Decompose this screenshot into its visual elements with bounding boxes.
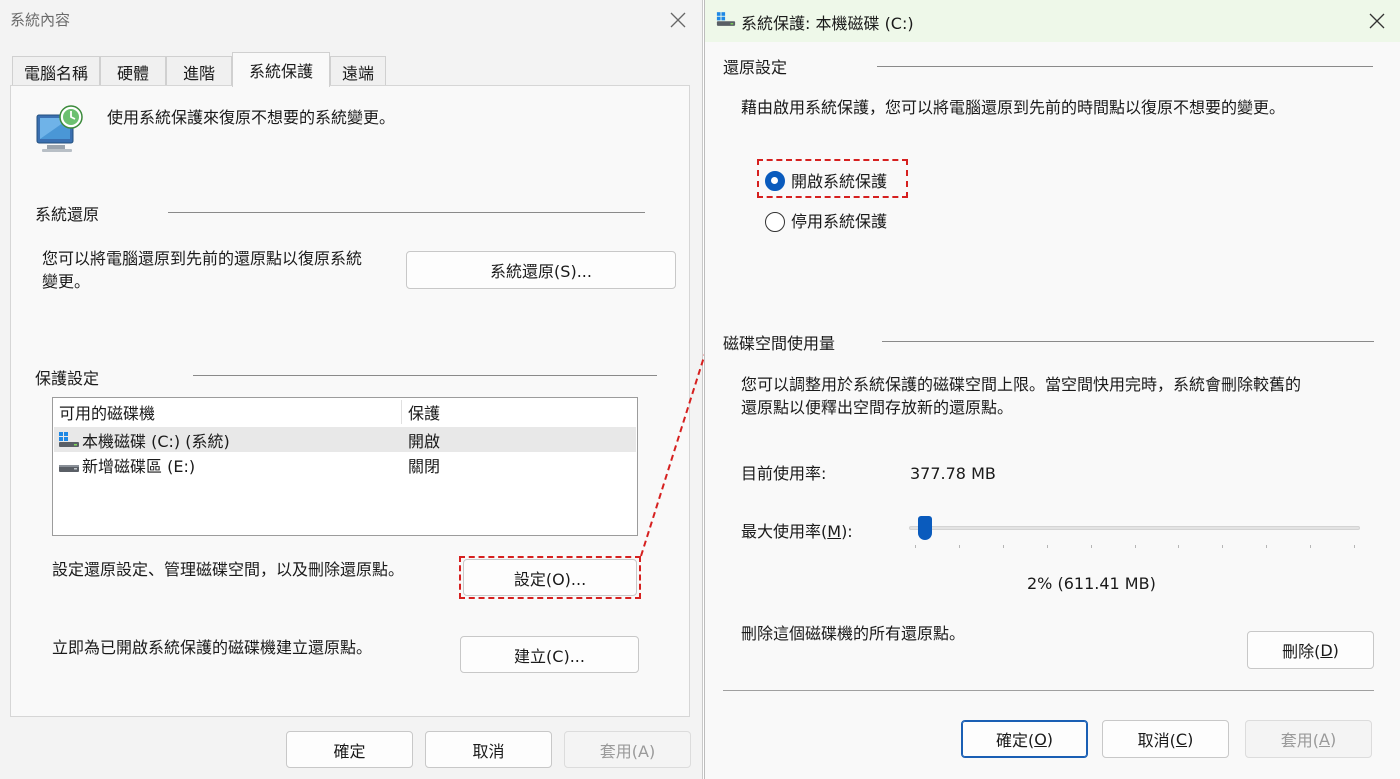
max-usage-label: 最大使用率(M): bbox=[741, 522, 853, 541]
cancel-button[interactable]: 取消 bbox=[425, 731, 552, 768]
tab-hardware[interactable]: 硬體 bbox=[100, 56, 166, 86]
slider-tick bbox=[915, 545, 916, 548]
protection-divider bbox=[193, 375, 657, 376]
slider-tick bbox=[1090, 545, 1092, 548]
restore-desc-line2: 變更。 bbox=[42, 272, 91, 291]
ok-button[interactable]: 確定(O) bbox=[961, 720, 1088, 758]
system-drive-icon bbox=[716, 11, 736, 27]
restore-desc-line1: 您可以將電腦還原到先前的還原點以復原系統 bbox=[42, 249, 363, 268]
enable-protection-label[interactable]: 開啟系統保護 bbox=[791, 170, 887, 193]
max-usage-slider-thumb[interactable] bbox=[917, 516, 932, 540]
cancel-button[interactable]: 取消(C) bbox=[1102, 720, 1229, 758]
create-desc: 立即為已開啟系統保護的磁碟機建立還原點。 bbox=[52, 638, 373, 657]
configure-button[interactable]: 設定(O)... bbox=[463, 559, 637, 596]
apply-button[interactable]: 套用(A) bbox=[564, 731, 691, 768]
slider-tick bbox=[1354, 545, 1355, 548]
drive-status: 關閉 bbox=[408, 456, 441, 476]
drive-row-c[interactable]: 本機磁碟 (C:) (系統) 開啟 bbox=[54, 427, 636, 452]
intro-text: 使用系統保護來復原不想要的系統變更。 bbox=[107, 108, 396, 127]
close-icon[interactable] bbox=[666, 8, 690, 32]
slider-tick bbox=[1222, 545, 1224, 548]
system-restore-button[interactable]: 系統還原(S)... bbox=[406, 251, 676, 289]
slider-tick bbox=[1310, 545, 1312, 548]
disk-usage-desc-line1: 您可以調整用於系統保護的磁碟空間上限。當空間快用完時，系統會刪除較舊的 bbox=[741, 375, 1302, 394]
window-title: 系統內容 bbox=[10, 11, 71, 29]
restore-settings-divider bbox=[877, 66, 1373, 67]
restore-settings-desc: 藉由啟用系統保護，您可以將電腦還原到先前的時間點以復原不想要的變更。 bbox=[741, 98, 1286, 117]
protection-section-label: 保護設定 bbox=[35, 369, 100, 388]
drive-name: 本機磁碟 (C:) (系統) bbox=[82, 431, 230, 451]
restore-divider bbox=[168, 212, 645, 213]
drive-row-e[interactable]: 新增磁碟區 (E:) 關閉 bbox=[54, 452, 636, 477]
disk-usage-divider bbox=[882, 341, 1374, 342]
disk-usage-desc-line2: 還原點以便釋出空間存放新的還原點。 bbox=[741, 398, 1014, 417]
system-properties-window: 系統內容 電腦名稱 硬體 進階 系統保護 遠端 使用系統保護來復原不想要的系統變… bbox=[0, 0, 703, 779]
delete-desc: 刪除這個磁碟機的所有還原點。 bbox=[741, 624, 966, 643]
apply-button[interactable]: 套用(A) bbox=[1245, 720, 1372, 758]
tab-remote[interactable]: 遠端 bbox=[330, 56, 386, 86]
max-usage-value: 2% (611.41 MB) bbox=[1027, 574, 1156, 593]
system-protection-dialog: 系統保護: 本機磁碟 (C:) 還原設定 藉由啟用系統保護，您可以將電腦還原到先… bbox=[704, 0, 1400, 779]
enable-protection-radio[interactable] bbox=[765, 171, 785, 191]
system-drive-icon bbox=[58, 431, 80, 448]
max-usage-slider-track[interactable] bbox=[909, 526, 1360, 530]
drive-icon bbox=[58, 459, 80, 472]
current-usage-value: 377.78 MB bbox=[910, 464, 996, 483]
system-protection-computer-icon bbox=[33, 103, 85, 155]
slider-tick bbox=[1046, 545, 1048, 548]
current-usage-label: 目前使用率: bbox=[741, 464, 827, 483]
slider-tick bbox=[1266, 545, 1268, 548]
tab-advanced[interactable]: 進階 bbox=[166, 56, 232, 86]
disk-usage-label: 磁碟空間使用量 bbox=[723, 334, 836, 353]
delete-button[interactable]: 刪除(D) bbox=[1247, 631, 1374, 669]
drive-name: 新增磁碟區 (E:) bbox=[82, 456, 196, 476]
dialog-title: 系統保護: 本機磁碟 (C:) bbox=[741, 14, 914, 33]
tab-system-protection[interactable]: 系統保護 bbox=[232, 52, 330, 87]
column-header-protection[interactable]: 保護 bbox=[402, 398, 440, 426]
footer-divider bbox=[723, 690, 1374, 691]
drive-list[interactable]: 可用的磁碟機 保護 本機磁碟 (C:) (系統) 開啟 新增磁碟區 (E:) 關… bbox=[52, 397, 638, 536]
slider-tick bbox=[1178, 545, 1180, 548]
restore-section-label: 系統還原 bbox=[35, 205, 100, 224]
close-icon[interactable] bbox=[1365, 9, 1389, 33]
slider-tick bbox=[1134, 545, 1136, 548]
tab-computer-name[interactable]: 電腦名稱 bbox=[12, 56, 100, 86]
configure-desc: 設定還原設定、管理磁碟空間，以及刪除還原點。 bbox=[52, 560, 405, 579]
column-header-drive[interactable]: 可用的磁碟機 bbox=[53, 398, 155, 426]
ok-button[interactable]: 確定 bbox=[286, 731, 413, 768]
slider-tick bbox=[1002, 545, 1004, 548]
slider-tick bbox=[958, 545, 960, 548]
drive-status: 開啟 bbox=[408, 431, 441, 451]
create-button[interactable]: 建立(C)... bbox=[460, 636, 639, 673]
disable-protection-label[interactable]: 停用系統保護 bbox=[791, 210, 887, 233]
restore-settings-label: 還原設定 bbox=[723, 58, 788, 77]
disable-protection-radio[interactable] bbox=[765, 212, 785, 232]
